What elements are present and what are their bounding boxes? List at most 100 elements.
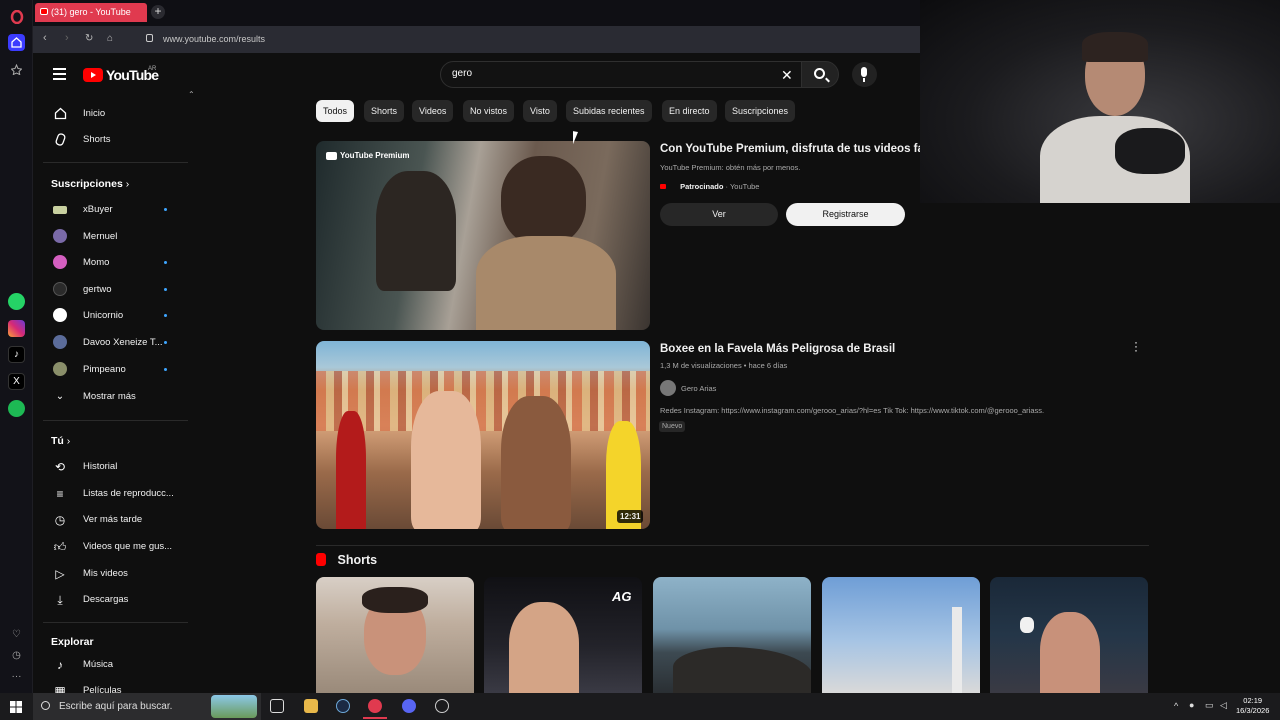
network-icon[interactable]: ▭ [1205, 700, 1214, 711]
video-channel[interactable]: Gero Arias [660, 380, 716, 396]
history-clock-icon[interactable]: ◷ [8, 647, 25, 664]
mic-tray-icon[interactable]: ● [1189, 700, 1194, 710]
chip-suscripciones[interactable]: Suscripciones [725, 100, 796, 122]
windows-start-icon[interactable] [10, 700, 22, 713]
sidebar-scroll-up-icon[interactable]: ⌃ [188, 90, 195, 99]
file-explorer-icon[interactable] [304, 699, 318, 713]
sidebar-sub-item[interactable]: gertwo [33, 278, 193, 302]
forward-icon[interactable]: › [65, 32, 69, 44]
chip-todos[interactable]: Todos [316, 100, 355, 122]
more-options-icon[interactable]: · · · [1131, 336, 1141, 356]
sidebar-item-downloads[interactable]: ⤓ Descargas [33, 588, 193, 612]
shorts-icon [53, 133, 67, 147]
short-card[interactable] [653, 577, 811, 693]
sidebar-sub-item[interactable]: Unicornio [33, 304, 193, 328]
chip-en-directo[interactable]: En directo [662, 100, 717, 122]
sidebar-item-movies[interactable]: ▦ Películas [33, 679, 193, 693]
sidebar-item-liked[interactable]: 👍︎ Videos que me gus... [33, 535, 193, 559]
new-content-dot [164, 368, 167, 371]
discord-icon[interactable] [402, 699, 416, 713]
ad-register-button[interactable]: Registrarse [786, 203, 905, 226]
sidebar-item-history[interactable]: ⟲ Historial [33, 455, 193, 479]
show-more-button[interactable]: ⌄ Mostrar más [33, 385, 193, 409]
ad-title[interactable]: Con YouTube Premium, disfruta de tus vid… [660, 143, 920, 155]
youtube-favicon-icon [40, 8, 48, 15]
sidebar-item-label: Shorts [83, 134, 111, 145]
windows-taskbar: Escribe aquí para buscar. ^ ● ▭ ◁ 02:19 … [0, 693, 1280, 720]
spotify-icon[interactable] [8, 400, 25, 417]
mouse-cursor [573, 131, 583, 146]
video-title[interactable]: Boxee en la Favela Más Peligrosa de Bras… [660, 343, 895, 355]
speed-dial-icon[interactable]: ⌂ [107, 33, 113, 44]
sidebar-item-music[interactable]: ♪ Música [33, 653, 193, 677]
channel-avatar [53, 255, 67, 269]
chip-subidas-recientes[interactable]: Subidas recientes [566, 100, 652, 122]
tray-chevron-icon[interactable]: ^ [1174, 701, 1178, 711]
sidebar-sub-item[interactable]: Davoo Xeneize T... [33, 331, 193, 355]
sidebar-sub-item[interactable]: Momo [33, 251, 193, 275]
music-icon: ♪ [57, 658, 63, 672]
chip-no-vistos[interactable]: No vistos [463, 100, 515, 122]
video-meta: 1,3 M de visualizaciones • hace 6 días [660, 361, 788, 370]
instagram-icon[interactable] [8, 320, 25, 337]
sidebar-item-my-videos[interactable]: ▷ Mis videos [33, 562, 193, 586]
channel-avatar [53, 282, 67, 296]
hamburger-menu-icon[interactable] [53, 68, 66, 83]
new-tab-button[interactable]: + [151, 5, 165, 19]
search-input[interactable] [452, 68, 752, 79]
sidebar-item-playlists[interactable]: ≡ Listas de reproducc... [33, 482, 193, 506]
whatsapp-icon[interactable] [8, 293, 25, 310]
obs-icon[interactable] [435, 699, 449, 713]
sidebar-sub-item[interactable]: Mernuel [33, 225, 193, 249]
ad-thumbnail[interactable]: YouTube Premium [316, 141, 650, 330]
chip-visto[interactable]: Visto [523, 100, 557, 122]
sidebar-sub-item[interactable]: xBuyer [33, 198, 193, 222]
volume-icon[interactable]: ◁ [1220, 700, 1227, 711]
reload-icon[interactable]: ↻ [85, 33, 93, 44]
chip-videos[interactable]: Videos [412, 100, 454, 122]
voice-search-button[interactable] [852, 62, 877, 87]
more-icon[interactable]: ··· [8, 668, 25, 685]
home-rail-icon[interactable] [8, 34, 25, 51]
search-button[interactable] [801, 61, 839, 88]
you-heading[interactable]: Tú › [51, 435, 70, 447]
chip-shorts[interactable]: Shorts [364, 100, 405, 122]
opera-taskbar-icon[interactable] [368, 699, 382, 713]
youtube-small-icon [660, 184, 666, 189]
short-card[interactable] [990, 577, 1148, 693]
sidebar-item-watch-later[interactable]: ◷ Ver más tarde [33, 508, 193, 532]
channel-avatar [53, 206, 67, 214]
ad-sponsor-line: Patrocinado · YouTube [660, 182, 759, 191]
task-view-icon[interactable] [270, 699, 284, 713]
short-card[interactable]: AG [484, 577, 642, 693]
short-card[interactable] [316, 577, 474, 693]
tab-title: (31) gero - YouTube [51, 7, 131, 17]
youtube-logo[interactable]: YouTube [83, 67, 159, 83]
opera-sidebar: ♪ X ♡ ◷ ··· [0, 0, 33, 693]
video-thumbnail[interactable] [316, 341, 650, 529]
sidebar-item-home[interactable]: Inicio [33, 102, 193, 126]
short-card[interactable] [822, 577, 980, 693]
ad-watch-button[interactable]: Ver [660, 203, 778, 226]
opera-logo-icon[interactable] [8, 8, 25, 25]
taskbar-search[interactable]: Escribe aquí para buscar. [33, 693, 261, 720]
heart-icon[interactable]: ♡ [8, 626, 25, 643]
subscriptions-heading[interactable]: Suscripciones › [51, 178, 129, 190]
taskbar-clock[interactable]: 02:19 16/3/2026 [1236, 696, 1269, 716]
active-app-indicator [363, 717, 387, 719]
search-highlight-image [211, 695, 257, 718]
browser-tab-bar: (31) gero - YouTube + [0, 0, 920, 26]
x-twitter-icon[interactable]: X [8, 373, 25, 390]
watch-later-icon: ◷ [54, 513, 66, 527]
browser-tab[interactable]: (31) gero - YouTube [35, 3, 147, 22]
pinboard-icon[interactable] [8, 61, 25, 78]
search-box: ✕ [440, 61, 802, 88]
steam-icon[interactable] [336, 699, 350, 713]
url-field[interactable]: www.youtube.com/results [163, 34, 265, 44]
clear-search-icon[interactable]: ✕ [781, 67, 793, 84]
sidebar-sub-item[interactable]: Pimpeano [33, 358, 193, 382]
tiktok-icon[interactable]: ♪ [8, 346, 25, 363]
channel-avatar [660, 380, 676, 396]
sidebar-item-shorts[interactable]: Shorts [33, 128, 193, 152]
back-icon[interactable]: ‹ [43, 32, 47, 44]
